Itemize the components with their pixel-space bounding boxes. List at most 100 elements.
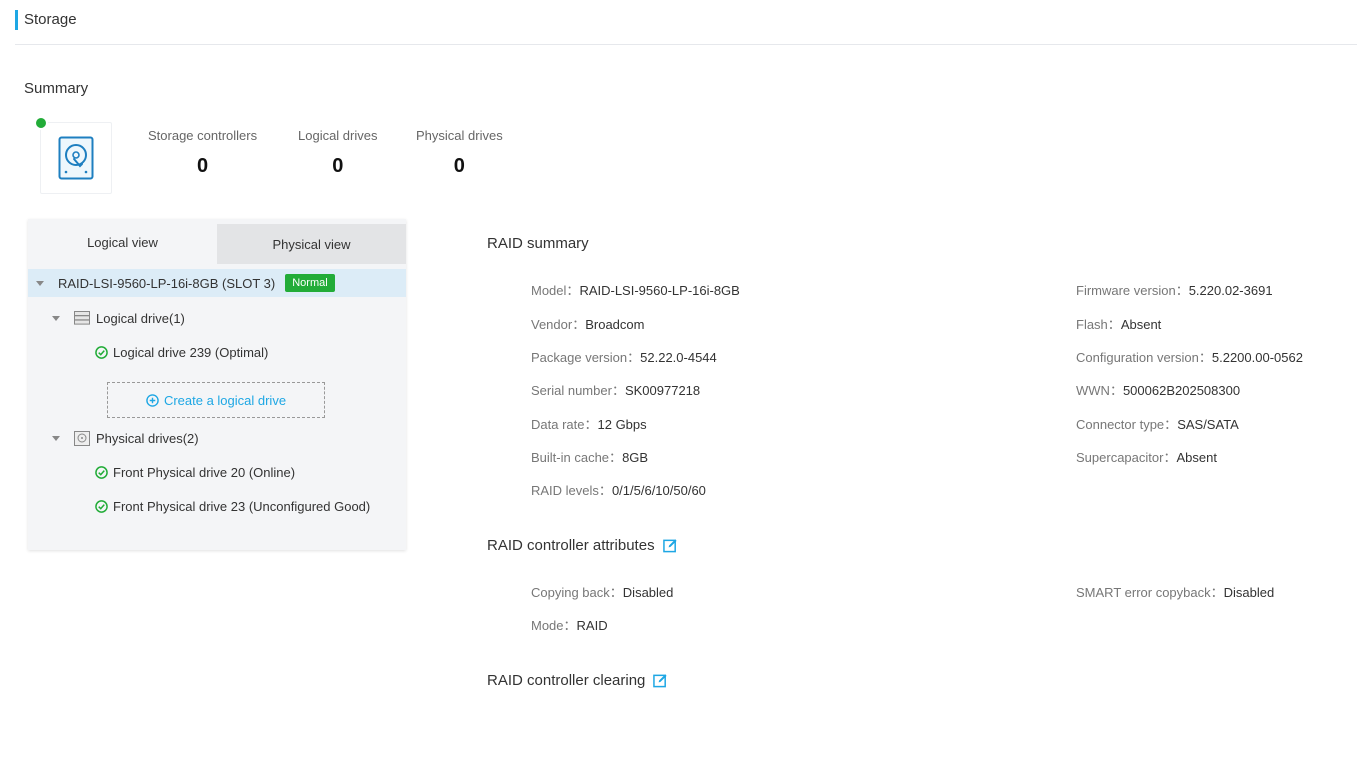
kv-separator: ： [1109,383,1123,398]
kv-value: 12 Gbps [597,417,647,432]
kv-key: WWN [1076,383,1110,398]
status-badge: Normal [285,274,335,292]
stat-storage-controllers: Storage controllers 0 [148,128,257,178]
check-circle-icon [95,499,108,513]
kv-value: RAID [576,618,608,633]
kv-key: Package version [531,350,628,365]
kv-value: SK00977218 [624,383,701,398]
kv-wwn: WWN：500062B202508300 [1076,380,1240,399]
kv-value: 0/1/5/6/10/50/60 [611,483,706,498]
kv-separator: ： [566,283,580,298]
caret-down-icon[interactable] [52,435,60,441]
storage-summary-icon-box [40,122,112,194]
kv-key: Connector type [1076,417,1165,432]
tree-node-physical-drive[interactable]: Front Physical drive 20 (Online) [28,458,406,486]
header-divider [15,44,1357,45]
stat-value: 0 [332,155,344,177]
logical-drive-label: Logical drive 239 (Optimal) [113,344,269,360]
kv-separator: ： [1163,450,1177,465]
kv-value: Absent [1176,450,1217,465]
kv-configuration-version: Configuration version：5.2200.00-0562 [1076,347,1303,366]
view-tabs: Logical view Physical view [28,219,406,266]
kv-data-rate: Data rate：12 Gbps [531,414,647,433]
tree-node-logical-drive[interactable]: Logical drive 239 (Optimal) [28,338,406,366]
physical-drive-label: Front Physical drive 23 (Unconfigured Go… [113,498,371,514]
create-button-label: Create a logical drive [163,392,287,408]
kv-key: SMART error copyback [1076,585,1211,600]
tab-physical-view[interactable]: Physical view [217,224,406,264]
tree-node-logical-drives[interactable]: Logical drive(1) [28,304,406,332]
storage-tree-panel: Logical view Physical view RAID-LSI-9560… [28,219,406,550]
kv-value: Disabled [1223,585,1275,600]
tree-node-controller[interactable]: RAID-LSI-9560-LP-16i-8GB (SLOT 3) Normal [28,269,406,297]
kv-built-in-cache: Built-in cache：8GB [531,447,648,466]
check-circle-icon [95,465,108,479]
edit-icon[interactable] [653,673,668,688]
kv-separator: ： [1164,417,1178,432]
kv-separator: ： [563,618,577,633]
kv-package-version: Package version：52.22.0-4544 [531,347,717,366]
kv-key: Mode [531,618,564,633]
physical-drive-group-icon [74,430,90,446]
kv-value: 8GB [622,450,649,465]
kv-value: RAID-LSI-9560-LP-16i-8GB [579,283,740,298]
logical-group-label: Logical drive(1) [96,310,185,326]
stat-label: Physical drives [416,128,503,143]
edit-icon[interactable] [662,538,678,553]
tab-logical-view[interactable]: Logical view [28,219,217,266]
caret-down-icon[interactable] [36,280,44,286]
create-logical-drive-button[interactable]: Create a logical drive [107,382,325,418]
stat-value: 0 [197,155,209,177]
kv-separator: ： [611,383,625,398]
kv-key: Model [531,283,567,298]
physical-drive-label: Front Physical drive 20 (Online) [113,464,296,480]
kv-separator: ： [609,585,623,600]
kv-value: Absent [1120,317,1162,332]
caret-down-icon[interactable] [52,315,60,321]
kv-vendor: Vendor：Broadcom [531,314,644,333]
kv-separator: ： [572,317,586,332]
kv-value: 5.220.02-3691 [1188,283,1273,298]
kv-model: Model：RAID-LSI-9560-LP-16i-8GB [531,280,740,299]
raid-summary-title-text: RAID summary [487,235,589,252]
raid-controller-attributes-title: RAID controller attributes [487,537,678,554]
tree-node-physical-drive[interactable]: Front Physical drive 23 (Unconfigured Go… [28,492,406,520]
kv-value: Broadcom [585,317,645,332]
raid-controller-clearing-title: RAID controller clearing [487,672,668,689]
kv-key: Supercapacitor [1076,450,1164,465]
stat-logical-drives: Logical drives 0 [298,128,378,178]
kv-connector-type: Connector type：SAS/SATA [1076,414,1239,433]
kv-raid-levels: RAID levels：0/1/5/6/10/50/60 [531,480,706,499]
page-title: Storage [15,10,77,30]
kv-key: Built-in cache [531,450,610,465]
kv-value: Disabled [622,585,674,600]
kv-key: Firmware version [1076,283,1176,298]
stat-label: Storage controllers [148,128,258,143]
kv-separator: ： [584,417,598,432]
kv-separator: ： [1175,283,1189,298]
kv-key: Vendor [531,317,573,332]
controller-label: RAID-LSI-9560-LP-16i-8GB (SLOT 3) [58,275,276,291]
kv-supercapacitor: Supercapacitor：Absent [1076,447,1217,466]
summary-title: Summary [24,80,89,97]
kv-separator: ： [1107,317,1121,332]
hard-disk-icon [58,136,94,180]
clearing-title-text: RAID controller clearing [487,672,646,689]
kv-key: Configuration version [1076,350,1199,365]
kv-key: Serial number [531,383,612,398]
kv-value: SAS/SATA [1177,417,1239,432]
kv-key: Copying back [531,585,610,600]
check-circle-icon [95,345,108,359]
kv-separator: ： [627,350,641,365]
kv-key: Flash [1076,317,1108,332]
tree-node-physical-drives[interactable]: Physical drives(2) [28,424,406,452]
kv-serial-number: Serial number：SK00977218 [531,380,700,399]
kv-mode: Mode：RAID [531,615,608,634]
physical-group-label: Physical drives(2) [96,430,199,446]
kv-separator: ： [1198,350,1212,365]
kv-separator: ： [609,450,623,465]
plus-circle-icon [146,393,159,407]
kv-value: 52.22.0-4544 [640,350,717,365]
kv-copying-back: Copying back：Disabled [531,582,673,601]
stat-value: 0 [453,155,465,177]
